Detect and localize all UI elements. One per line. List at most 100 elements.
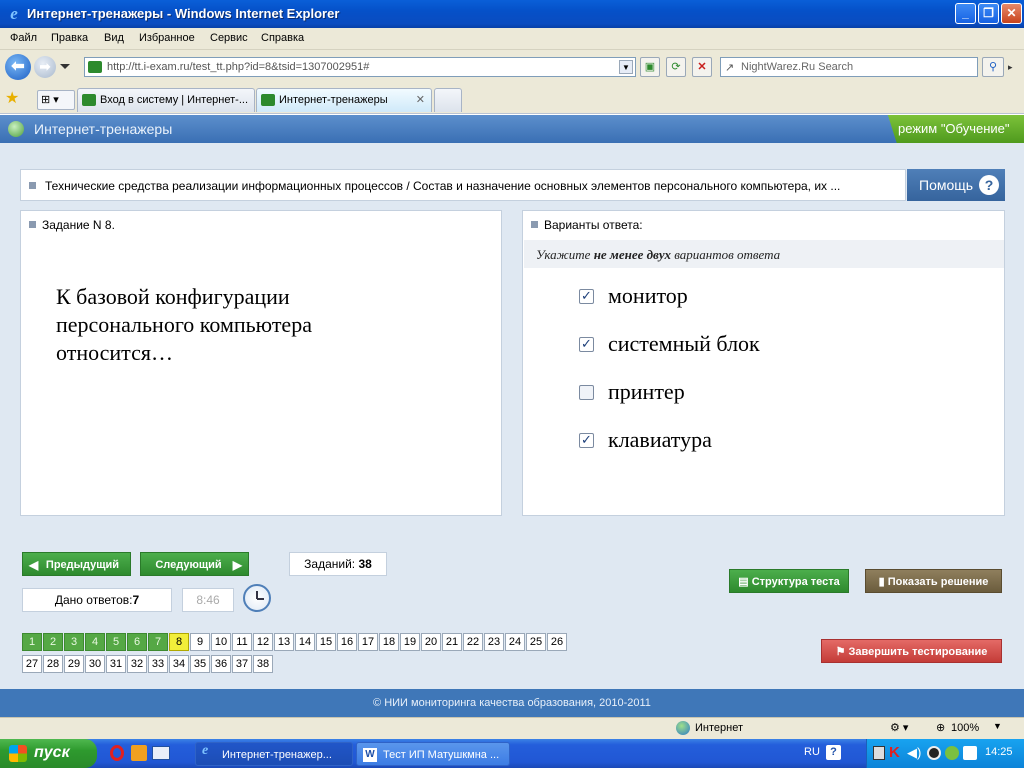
checkbox-checked[interactable]: ✓ [579,337,594,352]
close-window-button[interactable]: ✕ [1001,3,1022,24]
question-number-24[interactable]: 24 [505,633,525,651]
menu-edit[interactable]: Правка [51,32,88,44]
language-indicator[interactable]: RU [804,746,820,758]
question-number-17[interactable]: 17 [358,633,378,651]
copyright-footer: © НИИ мониторинга качества образования, … [0,689,1024,717]
question-number-31[interactable]: 31 [106,655,126,673]
question-number-13[interactable]: 13 [274,633,294,651]
quick-tabs-icon[interactable]: ⊞ ▾ [37,90,75,110]
question-number-25[interactable]: 25 [526,633,546,651]
back-arrow-icon[interactable]: ⬅ [5,54,31,80]
question-number-34[interactable]: 34 [169,655,189,673]
question-number-15[interactable]: 15 [316,633,336,651]
question-number-32[interactable]: 32 [127,655,147,673]
volume-icon[interactable]: ◀) [907,745,921,761]
tray-network-icon[interactable] [963,746,977,760]
question-number-27[interactable]: 27 [22,655,42,673]
finish-test-button[interactable]: ⚑ Завершить тестирование [821,639,1002,663]
search-icon[interactable]: ⚲ [982,57,1004,77]
question-number-9[interactable]: 9 [190,633,210,651]
minimize-button[interactable]: _ [955,3,976,24]
zoom-icon[interactable]: ⊕ [936,721,945,734]
search-field[interactable]: ↗ NightWarez.Ru Search [720,57,978,77]
question-number-20[interactable]: 20 [421,633,441,651]
tray-app-icon[interactable] [873,746,885,760]
stop-icon[interactable]: ✕ [692,57,712,77]
zoom-level[interactable]: 100% [951,722,979,734]
menu-favorites[interactable]: Избранное [139,32,195,44]
quicklaunch-app-icon[interactable] [131,745,147,761]
taskbar-item-ie[interactable]: e Интернет-тренажер... [195,742,353,766]
tab-login[interactable]: Вход в систему | Интернет-... [77,88,255,112]
question-number-22[interactable]: 22 [463,633,483,651]
search-options-icon[interactable]: ▸ [1008,62,1013,73]
status-bar: Интернет ⚙ ▾ ⊕ 100% ▼ [0,717,1024,739]
question-number-19[interactable]: 19 [400,633,420,651]
help-button[interactable]: Помощь ? [907,169,1005,201]
question-number-35[interactable]: 35 [190,655,210,673]
menu-help[interactable]: Справка [261,32,304,44]
next-button[interactable]: Следующий ▶ [140,552,249,576]
close-tab-icon[interactable]: ✕ [416,89,425,111]
show-desktop-icon[interactable] [152,746,170,760]
question-number-26[interactable]: 26 [547,633,567,651]
question-number-1[interactable]: 1 [22,633,42,651]
history-dropdown-icon[interactable] [60,64,70,69]
show-solution-button[interactable]: ▮ Показать решение [865,569,1002,593]
compatibility-view-icon[interactable]: ▣ [640,57,660,77]
question-number-11[interactable]: 11 [232,633,252,651]
question-number-5[interactable]: 5 [106,633,126,651]
forward-arrow-icon[interactable]: ➡ [34,56,56,78]
tray-media-icon[interactable] [927,746,941,760]
question-number-21[interactable]: 21 [442,633,462,651]
help-tray-icon[interactable]: ? [826,745,841,760]
question-number-28[interactable]: 28 [43,655,63,673]
question-number-2[interactable]: 2 [43,633,63,651]
question-number-29[interactable]: 29 [64,655,84,673]
window-title-bar[interactable]: e Интернет-тренажеры - Windows Internet … [0,0,1024,28]
kaspersky-icon[interactable]: K [889,744,900,761]
zoom-dropdown-icon[interactable]: ▼ [993,721,1002,731]
address-field[interactable]: http://tt.i-exam.ru/test_tt.php?id=8&tsi… [84,57,636,77]
maximize-button[interactable]: ❐ [978,3,999,24]
menu-view[interactable]: Вид [104,32,124,44]
question-number-37[interactable]: 37 [232,655,252,673]
question-number-7[interactable]: 7 [148,633,168,651]
favorites-star-icon[interactable]: ★ [5,88,19,108]
windows-logo-icon [9,745,27,762]
question-number-36[interactable]: 36 [211,655,231,673]
start-button[interactable]: пуск [0,739,97,768]
question-number-4[interactable]: 4 [85,633,105,651]
question-number-14[interactable]: 14 [295,633,315,651]
question-number-10[interactable]: 10 [211,633,231,651]
question-number-6[interactable]: 6 [127,633,147,651]
question-number-38[interactable]: 38 [253,655,273,673]
tray-update-icon[interactable] [945,746,959,760]
question-number-33[interactable]: 33 [148,655,168,673]
previous-button[interactable]: ◀ Предыдущий [22,552,131,576]
answered-label: Дано ответов: [54,593,133,607]
question-number-16[interactable]: 16 [337,633,357,651]
menu-file[interactable]: Файл [10,32,37,44]
answer-label: монитор [608,283,688,308]
checkbox-checked[interactable]: ✓ [579,289,594,304]
tasks-count: Заданий: 38 [289,552,387,576]
taskbar-item-word[interactable]: W Тест ИП Матушкмна ... [356,742,510,766]
checkbox-unchecked[interactable] [579,385,594,400]
menu-tools[interactable]: Сервис [210,32,248,44]
question-number-8[interactable]: 8 [169,633,189,651]
protected-mode-icon[interactable]: ⚙ ▾ [890,721,908,734]
help-label: Помощь [919,177,974,193]
question-number-3[interactable]: 3 [64,633,84,651]
new-tab-button[interactable] [434,88,462,112]
tab-trainers[interactable]: Интернет-тренажеры ✕ [256,88,432,112]
question-number-18[interactable]: 18 [379,633,399,651]
refresh-icon[interactable]: ⟳ [666,57,686,77]
question-number-23[interactable]: 23 [484,633,504,651]
address-dropdown-icon[interactable]: ▼ [619,60,633,74]
opera-icon[interactable] [110,745,124,761]
question-number-30[interactable]: 30 [85,655,105,673]
test-structure-button[interactable]: ▤ Структура теста [729,569,849,593]
checkbox-checked[interactable]: ✓ [579,433,594,448]
question-number-12[interactable]: 12 [253,633,273,651]
